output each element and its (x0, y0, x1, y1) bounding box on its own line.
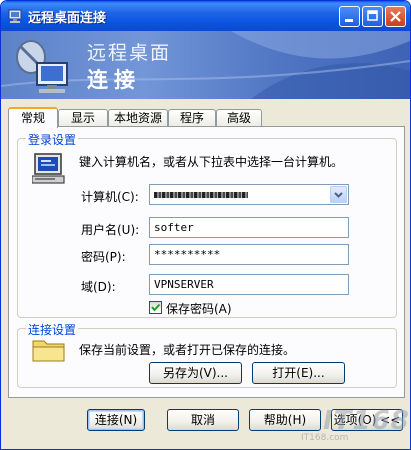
connection-settings-group: 连接设置 保存当前设置，或者打开已保存的连接。 另存为(V)... 打开(E).… (17, 321, 397, 388)
maximize-button[interactable] (362, 6, 383, 27)
window-title: 远程桌面连接 (28, 11, 107, 26)
password-label: 密码(P): (81, 250, 126, 264)
tab-panel-general: 登录设置 键入计算机名，或者从下拉表中选择一台计算机。 计算机(C): 用户名(… (8, 126, 405, 398)
checkmark-icon (151, 303, 161, 312)
close-icon (390, 11, 401, 22)
login-settings-group: 登录设置 键入计算机名，或者从下拉表中选择一台计算机。 计算机(C): 用户名(… (17, 131, 397, 318)
domain-label: 域(D): (81, 280, 116, 294)
connection-text: 保存当前设置，或者打开已保存的连接。 (79, 343, 296, 357)
computer-dropdown-button[interactable] (330, 186, 347, 203)
close-button[interactable] (385, 6, 406, 27)
folder-icon (32, 337, 66, 366)
connection-settings-legend: 连接设置 (26, 321, 79, 338)
computer-label: 计算机(C): (81, 190, 139, 204)
domain-input[interactable]: VPNSERVER (149, 274, 349, 295)
tab-general[interactable]: 常规 (8, 107, 58, 128)
username-label: 用户名(U): (81, 223, 140, 237)
computer-icon (31, 153, 66, 188)
remote-desktop-icon (7, 8, 23, 24)
login-settings-legend: 登录设置 (26, 131, 79, 148)
save-password-checkbox[interactable] (149, 301, 162, 314)
minimize-button[interactable] (339, 6, 360, 27)
watermark-logo: IT168 (323, 406, 410, 436)
password-input[interactable]: ********** (149, 244, 349, 265)
banner-title-line1: 远程桌面 (87, 42, 172, 64)
computer-value-obscured (154, 192, 248, 198)
tab-local-resources[interactable]: 本地资源 (108, 109, 168, 127)
banner-title-line2: 连接 (87, 68, 141, 92)
maximize-icon (367, 10, 378, 21)
watermark-sub: IT168.com (301, 433, 349, 443)
banner: 远程桌面 连接 (1, 31, 410, 99)
tab-programs[interactable]: 程序 (168, 109, 216, 127)
minimize-icon (345, 19, 353, 22)
title-bar[interactable]: 远程桌面连接 (1, 1, 410, 31)
tab-advanced[interactable]: 高级 (216, 109, 262, 127)
save-password-label[interactable]: 保存密码(A) (166, 300, 232, 317)
open-button[interactable]: 打开(E)... (252, 362, 345, 384)
tab-display[interactable]: 显示 (58, 109, 108, 127)
remote-desktop-logo-icon (9, 35, 79, 99)
remote-desktop-window: 远程桌面连接 远程桌面 连接 常规 显示 本地资源 程序 高级 登录设置 键入计… (0, 0, 411, 450)
login-instruction: 键入计算机名，或者从下拉表中选择一台计算机。 (79, 155, 344, 169)
computer-combobox[interactable] (149, 184, 349, 205)
help-button[interactable]: 帮助(H) (249, 409, 321, 431)
cancel-button[interactable]: 取消 (167, 409, 239, 431)
connect-button[interactable]: 连接(N) (87, 409, 145, 431)
username-input[interactable]: softer (149, 217, 349, 238)
save-as-button[interactable]: 另存为(V)... (149, 362, 242, 384)
chevron-down-icon (334, 192, 343, 198)
